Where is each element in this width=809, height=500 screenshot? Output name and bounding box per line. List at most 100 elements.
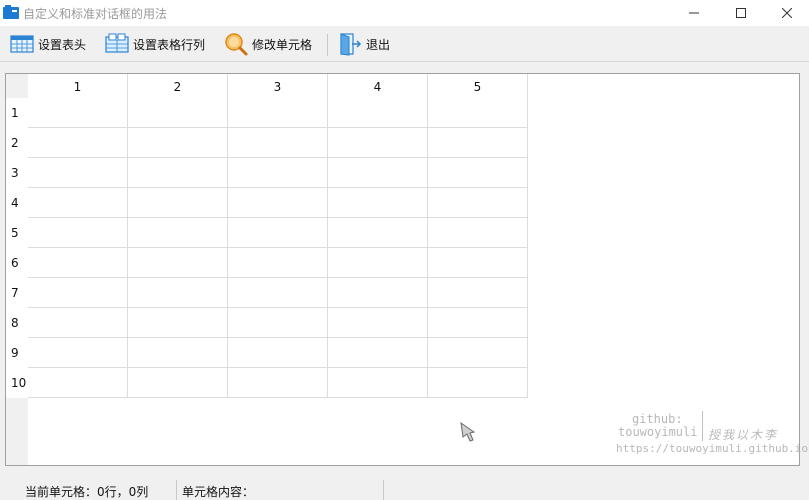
toolbar: 设置表头 设置表格行列 修改单元格 退出 [0,26,809,62]
column-header[interactable]: 4 [328,74,428,98]
status-cell-content: 单元格内容： [182,485,255,499]
edit-cell-label: 修改单元格 [252,37,313,52]
table-cell[interactable] [428,98,528,128]
table-cell[interactable] [128,218,228,248]
row-header[interactable]: 3 [6,158,28,188]
table-cell[interactable] [428,338,528,368]
table-cell[interactable] [328,308,428,338]
table-cell[interactable] [428,158,528,188]
table-cell[interactable] [328,248,428,278]
set-header-button[interactable]: 设置表头 [10,30,86,58]
maximize-button[interactable] [718,0,764,26]
table-cell[interactable] [428,278,528,308]
edit-cell-button[interactable]: 修改单元格 [224,30,312,58]
table-cell[interactable] [428,248,528,278]
exit-button[interactable]: 退出 [338,30,390,58]
minimize-button[interactable] [671,0,717,26]
row-header[interactable]: 4 [6,188,28,218]
exit-label: 退出 [366,37,391,52]
table-cell[interactable] [28,338,128,368]
table-cell[interactable] [28,278,128,308]
table-cell[interactable] [428,308,528,338]
table-cell[interactable] [328,218,428,248]
column-header[interactable]: 5 [428,74,528,98]
table-cell[interactable] [28,188,128,218]
table-cell[interactable] [428,368,528,398]
row-header[interactable]: 8 [6,308,28,338]
row-header[interactable]: 5 [6,218,28,248]
table-cell[interactable] [128,338,228,368]
set-rows-cols-label: 设置表格行列 [133,37,206,52]
row-header[interactable]: 1 [6,98,28,128]
table-cell[interactable] [428,218,528,248]
table-cell[interactable] [128,248,228,278]
table-cell[interactable] [328,278,428,308]
table-cell[interactable] [328,188,428,218]
set-rows-cols-button[interactable]: 设置表格行列 [105,30,205,58]
table-cell[interactable] [328,128,428,158]
column-header[interactable]: 1 [28,74,128,98]
table-view[interactable]: 1 2 3 4 5 1 2 3 4 5 6 7 8 9 10 [5,73,800,466]
table-cell[interactable] [228,308,328,338]
status-current-cell: 当前单元格：0行，0列 [25,485,149,499]
row-header[interactable]: 6 [6,248,28,278]
table-cell[interactable] [228,278,328,308]
table-cell[interactable] [128,368,228,398]
table-cell[interactable] [228,98,328,128]
toolbar-separator [327,34,328,56]
table-cell[interactable] [228,128,328,158]
row-header[interactable]: 2 [6,128,28,158]
column-header[interactable]: 3 [228,74,328,98]
set-header-label: 设置表头 [38,37,87,52]
table-cell[interactable] [228,158,328,188]
table-cell[interactable] [228,218,328,248]
row-header[interactable]: 10 [6,368,28,398]
status-separator [383,480,384,500]
table-cell[interactable] [28,158,128,188]
table-cell[interactable] [228,248,328,278]
row-header[interactable]: 9 [6,338,28,368]
close-button[interactable] [764,0,809,26]
column-header[interactable]: 2 [128,74,228,98]
table-cell[interactable] [28,308,128,338]
table-cell[interactable] [328,98,428,128]
table-cell[interactable] [428,188,528,218]
table-cell[interactable] [128,128,228,158]
table-cell[interactable] [28,248,128,278]
table-cell[interactable] [328,338,428,368]
table-cell[interactable] [28,368,128,398]
table-cell[interactable] [28,98,128,128]
watermark-url: https://touwoyimuli.github.io [616,442,809,455]
table-cell[interactable] [128,158,228,188]
minimize-icon [689,12,699,14]
watermark-divider [702,411,703,441]
watermark-username: touwoyimuli [618,425,698,439]
maximize-icon [736,8,746,18]
status-separator [176,480,177,500]
table-corner[interactable] [6,74,28,98]
window-title: 自定义和标准对话框的用法 [23,7,168,21]
table-header-icon [10,35,34,53]
main-window: { "window": { "title": "自定义和标准对话框的用法", "… [0,0,809,500]
magnifier-icon [225,33,248,56]
watermark-signature: 授我以木李 [708,428,779,442]
table-cell[interactable] [328,368,428,398]
table-cell[interactable] [28,128,128,158]
close-icon [782,8,792,18]
table-empty-area [528,74,799,398]
table-cell[interactable] [428,128,528,158]
table-cell[interactable] [228,338,328,368]
table-cell[interactable] [128,308,228,338]
table-cell[interactable] [128,98,228,128]
watermark-github-label: github: [632,412,683,426]
table-cell[interactable] [328,158,428,188]
table-cell[interactable] [128,278,228,308]
table-cell[interactable] [228,368,328,398]
table-cell[interactable] [28,218,128,248]
row-header[interactable]: 7 [6,278,28,308]
exit-door-icon [340,33,362,56]
table-cell[interactable] [228,188,328,218]
table-rows-cols-icon [105,33,129,53]
mouse-cursor-icon [460,421,476,442]
table-cell[interactable] [128,188,228,218]
